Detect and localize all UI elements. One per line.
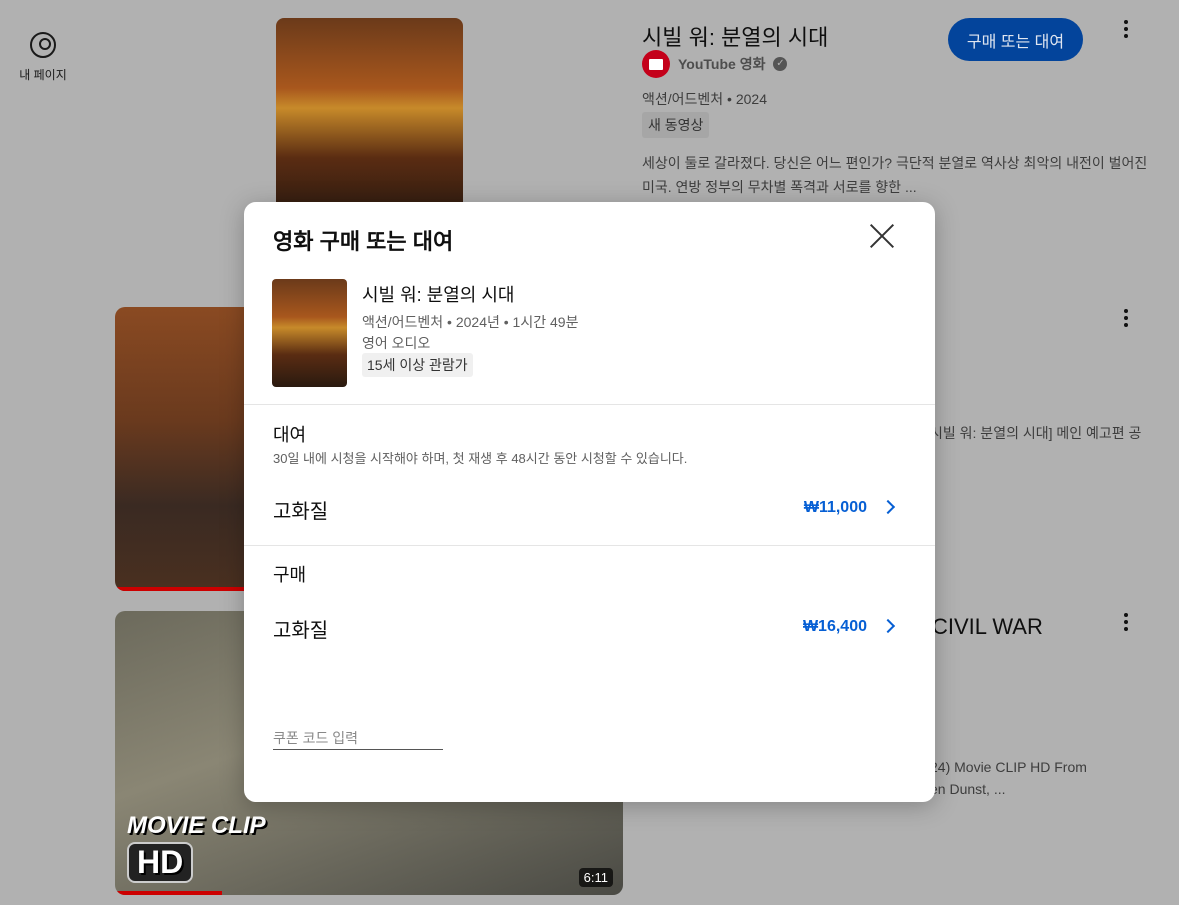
chevron-right-icon [880, 618, 896, 634]
movie-poster [272, 279, 347, 387]
purchase-dialog: 영화 구매 또는 대여 시빌 워: 분열의 시대 액션/어드벤처 • 2024년… [244, 202, 935, 802]
buy-option-label: 고화질 [273, 620, 329, 642]
result-title[interactable]: CIVIL WAR [932, 614, 1043, 640]
buy-heading: 구매 [273, 565, 307, 585]
more-options-icon[interactable] [1116, 308, 1136, 328]
rating-badge: 15세 이상 관람가 [362, 353, 473, 377]
channel-logo-icon [642, 50, 670, 78]
nav-my-page[interactable]: 내 페이지 [0, 30, 86, 83]
result-description: 세상이 둘로 갈라졌다. 당신은 어느 편인가? 극단적 분열로 역사상 최악의… [642, 155, 1148, 195]
more-options-icon[interactable] [1116, 612, 1136, 632]
result-description: 시빌 워: 분열의 시대] 메인 예고편 공 [930, 425, 1142, 441]
verified-icon: ✓ [773, 57, 788, 71]
buy-price: ₩16,400 [802, 618, 867, 635]
result-description: en Dunst, ... [930, 781, 1006, 797]
thumb-overlay-text: MOVIE CLIP HD [127, 812, 266, 883]
account-icon [30, 32, 56, 58]
result-title[interactable]: 시빌 워: 분열의 시대 [642, 20, 828, 52]
result-meta: 액션/어드벤처 • 2024 [642, 91, 767, 107]
rent-hd-option[interactable]: 고화질 ₩11,000 [244, 482, 935, 532]
result-description: 24) Movie CLIP HD From [930, 759, 1087, 775]
chevron-right-icon [880, 499, 896, 515]
movie-poster[interactable] [276, 18, 463, 218]
rent-note: 30일 내에 시청을 시작해야 하며, 첫 재생 후 48시간 동안 시청할 수… [273, 451, 688, 466]
video-duration: 6:11 [578, 868, 613, 887]
buy-or-rent-button[interactable]: 구매 또는 대여 [948, 18, 1083, 61]
channel-name: YouTube 영화 [678, 56, 766, 72]
divider [244, 404, 935, 405]
rent-option-label: 고화질 [273, 501, 329, 523]
audio-language: 영어 오디오 [362, 335, 431, 351]
divider [244, 545, 935, 546]
rent-price: ₩11,000 [803, 499, 867, 516]
dialog-title: 영화 구매 또는 대여 [273, 229, 454, 254]
new-badge: 새 동영상 [642, 112, 710, 138]
rent-heading: 대여 [273, 425, 307, 445]
movie-meta: 액션/어드벤처 • 2024년 • 1시간 49분 [362, 314, 579, 330]
close-icon[interactable] [868, 222, 896, 250]
more-options-icon[interactable] [1116, 19, 1136, 39]
coupon-code-input[interactable] [273, 727, 443, 750]
channel-row[interactable]: YouTube 영화 ✓ [642, 50, 788, 78]
nav-my-page-label: 내 페이지 [19, 68, 67, 82]
buy-hd-option[interactable]: 고화질 ₩16,400 [244, 601, 935, 651]
movie-title: 시빌 워: 분열의 시대 [362, 285, 515, 305]
